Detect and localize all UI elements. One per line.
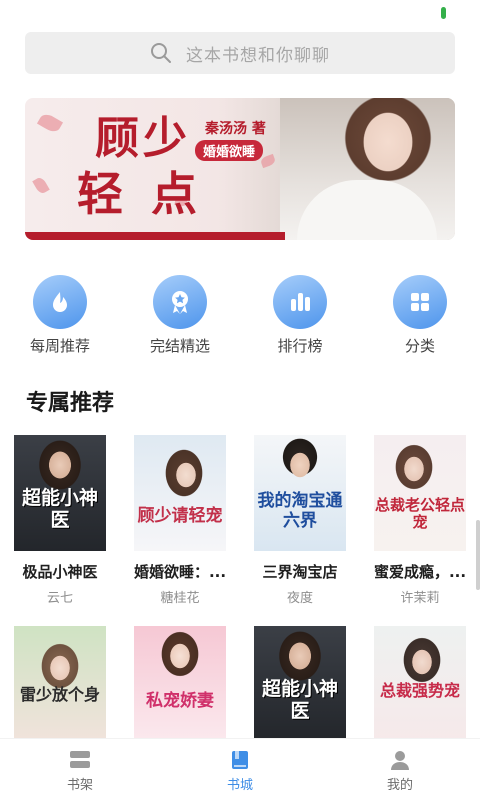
book-title: 极品小神医: [22, 563, 98, 581]
banner-title-line1: 顾少: [95, 113, 191, 164]
category-genres[interactable]: 分类: [360, 275, 480, 356]
bar-chart-icon: [273, 275, 327, 329]
book-author: 糖桂花: [160, 591, 200, 606]
book-card[interactable]: 超能小神医 极品小神医 云七: [0, 435, 120, 606]
book-cover: 总裁强势宠: [374, 626, 466, 742]
tab-label: 书城: [226, 778, 253, 793]
book-card[interactable]: 总裁老公轻点宠 蜜爱成瘾，... 许茉莉: [360, 435, 480, 606]
book-cover-title: 我的淘宝通六界: [257, 491, 343, 531]
book-cover-title: 超能小神医: [21, 487, 98, 531]
book-card[interactable]: 超能小神医: [240, 626, 360, 742]
grid-icon: [393, 275, 447, 329]
tab-bookstore[interactable]: 书城: [160, 739, 320, 800]
book-card[interactable]: 私宠娇妻: [120, 626, 240, 742]
status-indicator: [441, 7, 446, 19]
book-author: 云七: [46, 591, 73, 606]
book-author: 许茉莉: [400, 591, 440, 606]
category-completed-picks[interactable]: 完结精选: [120, 275, 240, 356]
tab-label: 书架: [66, 778, 93, 793]
book-grid-row1: 超能小神医 极品小神医 云七 顾少请轻宠 婚婚欲睡：... 糖桂花 我的淘宝通六…: [0, 435, 480, 606]
search-placeholder: 这本书想和你聊聊: [186, 45, 330, 66]
book-cover-title: 超能小神医: [261, 678, 338, 722]
book-icon: [232, 751, 248, 769]
scrollbar[interactable]: [476, 520, 480, 590]
book-card[interactable]: 顾少请轻宠 婚婚欲睡：... 糖桂花: [120, 435, 240, 606]
book-title: 蜜爱成瘾，...: [373, 563, 467, 581]
bottom-tab-bar: 书架 书城 我的: [0, 738, 480, 800]
book-cover-title: 私宠娇妻: [146, 691, 214, 711]
book-cover-title: 雷少放个身: [19, 685, 100, 704]
category-rankings[interactable]: 排行榜: [240, 275, 360, 356]
category-label: 每周推荐: [29, 337, 90, 355]
book-cover: 总裁老公轻点宠: [374, 435, 466, 551]
book-title: 三界淘宝店: [262, 563, 338, 581]
book-cover: 私宠娇妻: [134, 626, 226, 742]
book-card[interactable]: 雷少放个身: [0, 626, 120, 742]
book-cover-title: 顾少请轻宠: [137, 506, 223, 526]
banner-subtitle: 婚婚欲睡: [195, 140, 264, 161]
banner-cover-image: [280, 98, 455, 240]
banner-title-line2: 轻点: [77, 167, 225, 221]
book-cover-title: 总裁老公轻点宠: [374, 496, 465, 531]
book-card[interactable]: 我的淘宝通六界 三界淘宝店 夜度: [240, 435, 360, 606]
category-weekly-picks[interactable]: 每周推荐: [0, 275, 120, 356]
book-cover: 超能小神医: [254, 626, 346, 742]
category-label: 排行榜: [277, 337, 323, 355]
search-icon: [151, 43, 171, 63]
book-author: 夜度: [286, 591, 313, 606]
tab-label: 我的: [386, 778, 413, 793]
category-label: 完结精选: [149, 337, 210, 355]
section-title: 专属推荐: [26, 390, 115, 416]
banner-author: 秦汤汤 著: [205, 121, 266, 137]
award-icon: [153, 275, 207, 329]
flame-icon: [33, 275, 87, 329]
tab-bookshelf[interactable]: 书架: [0, 739, 160, 800]
book-grid-row2: 雷少放个身 私宠娇妻 超能小神医 总裁强势宠: [0, 626, 480, 742]
book-cover: 顾少请轻宠: [134, 435, 226, 551]
search-bar[interactable]: 这本书想和你聊聊: [25, 32, 455, 74]
book-cover: 雷少放个身: [14, 626, 106, 742]
tab-profile[interactable]: 我的: [320, 739, 480, 800]
banner-stripe: [25, 232, 285, 240]
category-nav: 每周推荐 完结精选 排行榜 分类: [0, 275, 480, 356]
book-cover: 超能小神医: [14, 435, 106, 551]
book-title: 婚婚欲睡：...: [133, 563, 227, 581]
promo-banner[interactable]: 顾少 轻点 秦汤汤 著 婚婚欲睡: [25, 98, 455, 240]
bookshelf-icon: [70, 751, 90, 768]
user-icon: [391, 751, 409, 770]
book-cover-title: 总裁强势宠: [379, 681, 460, 700]
book-cover: 我的淘宝通六界: [254, 435, 346, 551]
book-card[interactable]: 总裁强势宠: [360, 626, 480, 742]
category-label: 分类: [404, 337, 435, 355]
